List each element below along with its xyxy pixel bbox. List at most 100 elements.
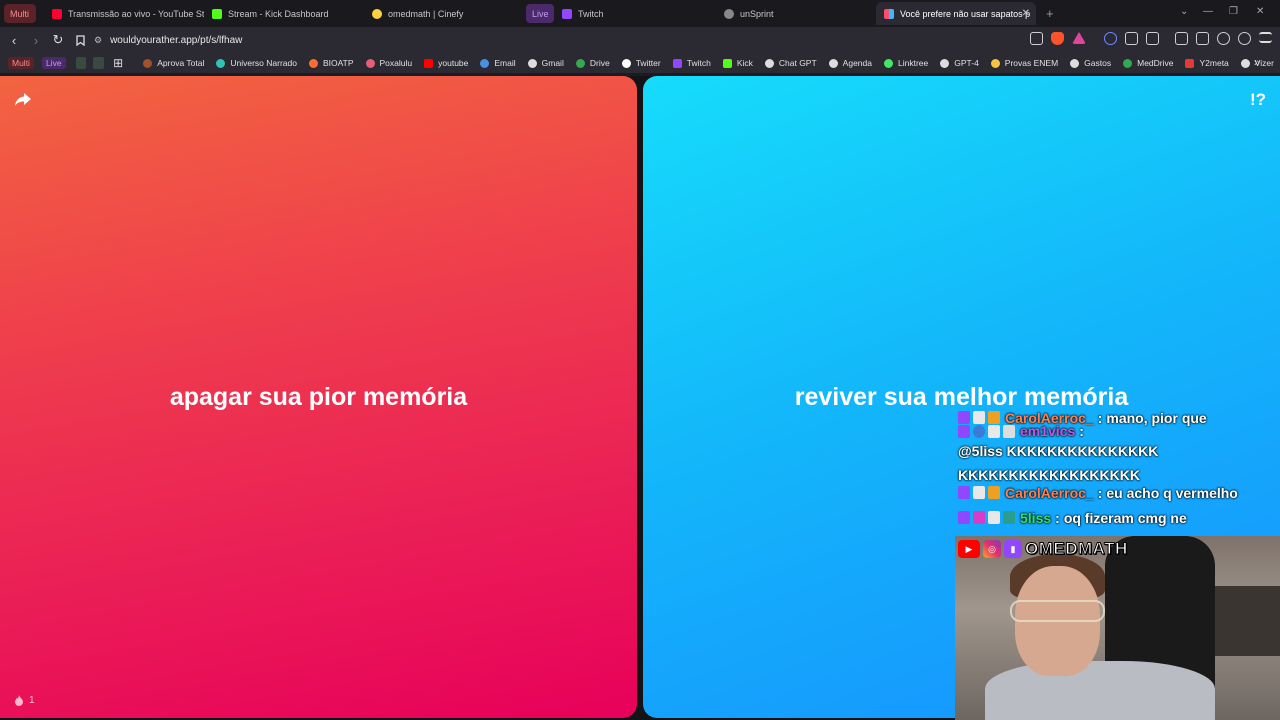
bookmark-aprova-total[interactable]: Aprova Total [137,58,210,68]
window-close-icon[interactable]: ✕ [1256,6,1264,17]
bookmark-label: youtube [438,58,469,68]
sidebar-icon[interactable] [1175,32,1188,45]
chat-separator: : [1079,423,1084,439]
bookmark-label: Universo Narrado [230,58,297,68]
twitch-badge-icon [958,511,970,524]
screenshot-icon[interactable] [1146,32,1159,45]
bookmark-kick[interactable]: Kick [717,58,759,68]
menu-icon[interactable] [1259,32,1272,43]
url-text: wouldyourather.app/pt/s/lfhaw [110,34,243,46]
address-bar[interactable]: ⚙ wouldyourather.app/pt/s/lfhaw [92,30,1052,50]
streamer-name: OMEDMATH [1025,539,1128,559]
maximize-icon[interactable]: ❐ [1229,6,1238,17]
bookmark-chat-gpt[interactable]: Chat GPT [759,58,823,68]
bookmark-meddrive[interactable]: MedDrive [1117,58,1179,68]
kick-icon [722,58,732,68]
brave-rewards-icon[interactable] [1072,32,1086,44]
bookmark-button[interactable] [70,30,90,50]
tab-list-icon[interactable]: ⌄ [1180,6,1188,17]
new-tab-button[interactable]: + [1046,6,1054,21]
leo-ai-icon[interactable] [1217,32,1230,45]
bookmark-twitter[interactable]: Twitter [616,58,667,68]
cinefy-icon [372,8,382,19]
help-icon[interactable]: !? [1250,90,1266,110]
tab-title: Transmissão ao vivo - YouTube Studio [68,8,204,19]
apps-grid-icon[interactable]: ⊞ [113,56,123,70]
bookmark-label: Poxalulu [379,58,413,68]
chatgpt-icon [764,58,774,68]
tab-group-live[interactable]: Live [526,4,554,23]
share-page-icon[interactable] [1030,32,1043,45]
bookmark-bioatp[interactable]: BIOATP [303,58,360,68]
bookmark-label: Agenda [842,58,872,68]
bookmark-drive[interactable]: Drive [570,58,616,68]
bookmark-gpt4[interactable]: GPT-4 [934,58,985,68]
bookmark-email[interactable]: Email [474,58,521,68]
tab-wouldyourather[interactable]: Você prefere não usar sapatos p ✕ [876,2,1036,25]
chat-username: CarolAerroc_ [1005,484,1094,501]
chat-message: em1vics : @5liss KKKKKKKKKKKKKKKKKKKKKKK… [958,423,1278,483]
bookmark-poxalulu[interactable]: Poxalulu [360,58,419,68]
bookmark-y2meta[interactable]: Y2meta [1179,58,1234,68]
bookmark-label: Email [494,58,516,68]
bookmark-label: Provas ENEM [1004,58,1059,68]
bookmark-icon [143,58,153,68]
more-bookmarks-icon[interactable]: » [1254,57,1260,69]
bookmark-group-live[interactable]: Live [38,57,70,69]
chat-text: mano, pior que [1106,409,1207,426]
site-settings-icon[interactable]: ⚙ [94,35,102,46]
option-left-card[interactable]: apagar sua pior memória 1 [0,76,637,718]
bookmark-agenda[interactable]: Agenda [823,58,878,68]
user-badge-icon [973,486,985,499]
bookmark-label: BIOATP [322,58,354,68]
minimize-icon[interactable]: — [1203,6,1213,17]
sub-badge-icon [988,411,1000,424]
bookmark-linktree[interactable]: Linktree [878,58,934,68]
share-icon[interactable] [14,92,32,108]
tab-title: Você prefere não usar sapatos p [900,8,1031,19]
wallet-icon[interactable] [1196,32,1209,45]
reload-button[interactable]: ↻ [48,30,68,50]
youtube-icon [52,8,62,19]
bookmark-twitch[interactable]: Twitch [667,58,717,68]
vpn-icon[interactable] [1238,32,1251,45]
tab-group-multi[interactable]: Multi [4,4,36,23]
google-icon [527,58,537,68]
bookmark-label: Twitter [635,58,661,68]
twitch-icon: ▮ [1004,540,1022,558]
bookmark-label: Gastos [1084,58,1112,68]
bookmark-universo-narrado[interactable]: Universo Narrado [210,58,303,68]
bookmark-provas-enem[interactable]: Provas ENEM [985,58,1064,68]
instagram-icon: ◎ [983,540,1001,558]
tab-title: Twitch [578,8,604,19]
extensions-icon[interactable] [1125,32,1138,45]
tab-twitch[interactable]: Twitch [554,2,716,25]
y2meta-icon [1185,58,1195,68]
tab-youtube-studio[interactable]: Transmissão ao vivo - YouTube Studio [44,2,204,25]
back-button[interactable]: ‹ [4,30,24,50]
tab-cinefy[interactable]: omedmath | Cinefy [364,2,524,25]
email-icon [480,58,490,68]
stream-chat-overlay: CarolAerroc_ : mano, pior que em1vics : … [958,405,1278,530]
twitch-badge-icon [958,424,970,438]
heart-badge-icon [973,511,985,524]
bookmark-label: Kick [736,58,753,68]
tab-unsprint[interactable]: unSprint [716,2,876,25]
bookmark-gastos[interactable]: Gastos [1064,58,1117,68]
bookmark-folder-icon[interactable] [93,57,105,69]
forward-button[interactable]: › [26,30,46,50]
bookmark-label: Multi [8,57,34,69]
toolbar-icons [1030,32,1272,45]
bookmark-gmail[interactable]: Gmail [522,58,570,68]
bookmark-icon [308,58,318,68]
close-icon[interactable]: ✕ [1022,8,1030,19]
audio-icon[interactable] [1104,32,1117,45]
bookmark-folder-icon[interactable] [75,57,87,69]
streamer-glasses [1010,600,1105,622]
tab-kick-dashboard[interactable]: Stream - Kick Dashboard [204,2,364,25]
bookmarks-bar: Multi Live ⊞ Aprova Total Universo Narra… [0,53,1280,73]
webcam-overlay: ▶ ◎ ▮ OMEDMATH [955,536,1280,720]
bookmark-group-multi[interactable]: Multi [4,57,38,69]
bookmark-youtube[interactable]: youtube [418,58,474,68]
brave-shields-icon[interactable] [1051,32,1064,45]
